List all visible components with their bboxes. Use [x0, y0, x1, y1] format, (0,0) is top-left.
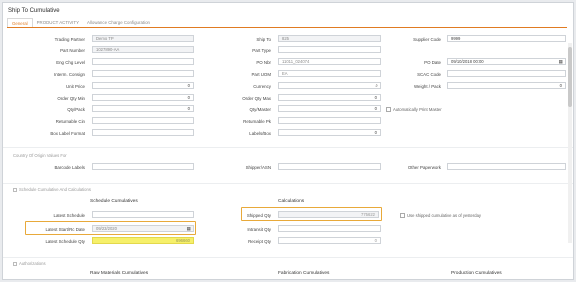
divider: [3, 183, 573, 184]
authorizations-section-title[interactable]: Authorizations: [13, 261, 46, 266]
po-nbr-label: PO Nbr: [256, 60, 271, 65]
eng-chg-level-field[interactable]: [92, 58, 194, 65]
box-label-format-field[interactable]: [92, 129, 194, 136]
trading-partner-label: Trading Partner: [54, 37, 85, 42]
order-qty-min-field[interactable]: 0: [92, 94, 194, 101]
part-uom-field[interactable]: EA: [278, 70, 381, 77]
auto-print-master-checkbox[interactable]: [386, 107, 391, 112]
tab-product-activity[interactable]: PRODUCT ACTIVITY: [33, 18, 83, 27]
po-date-field[interactable]: 09/10/2018 00:00 ▦: [447, 58, 566, 65]
auto-print-master-label: Automatically Print Master: [393, 107, 442, 112]
use-shipped-cumulative-checkbox[interactable]: [400, 213, 405, 218]
returnable-pk-label: Returnable Pk: [243, 119, 271, 124]
authorizations-title-text: Authorizations: [19, 261, 46, 266]
labels-box-label: Labels/Box: [249, 131, 271, 136]
labels-box-field[interactable]: 0: [278, 129, 381, 136]
tab-allowance-charge-configuration[interactable]: Allowance Charge Configuration: [83, 18, 154, 27]
currency-field[interactable]: ⌕: [278, 82, 381, 89]
intransit-qty-label: Intransit Qty: [247, 227, 271, 232]
latest-schedule-qty-label: Latest Schedule Qty: [45, 239, 85, 244]
part-type-field[interactable]: [278, 46, 381, 53]
calendar-icon[interactable]: ▦: [559, 59, 563, 64]
schedule-section-title[interactable]: Schedule Cumulative And Calculations: [13, 187, 91, 192]
barcode-labels-field[interactable]: [92, 163, 194, 170]
box-label-format-label: Box Label Format: [50, 131, 85, 136]
qty-master-field[interactable]: 0: [278, 105, 381, 112]
shipped-qty-label: Shipped Qty: [246, 213, 271, 218]
ship-to-label: Ship To: [256, 37, 271, 42]
authorizations-collapse-icon[interactable]: [13, 262, 17, 266]
latest-start-rc-date-field[interactable]: 09/23/2020 ▦: [92, 225, 194, 232]
receipt-qty-label: Receipt Qty: [248, 239, 271, 244]
schedule-section-collapse-icon[interactable]: [13, 188, 17, 192]
ship-to-field[interactable]: 825: [278, 35, 381, 42]
scrollbar-thumb[interactable]: [568, 47, 572, 107]
interm-consign-label: Interm. Consign: [54, 72, 85, 77]
latest-schedule-qty-field[interactable]: 696660: [92, 237, 194, 244]
vertical-scrollbar[interactable]: [568, 43, 572, 243]
calendar-icon[interactable]: ▦: [187, 226, 191, 231]
trading-partner-field[interactable]: Demo TP: [92, 35, 194, 42]
weight-pack-label: Weight / Pack: [413, 84, 441, 89]
latest-start-rc-date-value: 09/23/2020: [96, 226, 117, 231]
unit-price-field[interactable]: 0: [92, 82, 194, 89]
schedule-section-title-text: Schedule Cumulative And Calculations: [19, 187, 91, 192]
shipped-qty-field[interactable]: 775622: [278, 211, 379, 218]
receipt-qty-field[interactable]: 0: [278, 237, 381, 244]
other-paperwork-field[interactable]: [447, 163, 566, 170]
part-type-label: Part Type: [252, 48, 271, 53]
part-number-label: Part Number: [60, 48, 85, 53]
scac-code-label: SCAC Code: [417, 72, 441, 77]
latest-start-rc-date-label: Latest Start/Rc Date: [45, 227, 85, 232]
po-nbr-field[interactable]: 11011_024074: [278, 58, 381, 65]
shipper-asn-label: Shipper/ASN: [245, 165, 271, 170]
barcode-labels-label: Barcode Labels: [54, 165, 85, 170]
supplier-code-label: Supplier Code: [413, 37, 441, 42]
currency-label: Currency: [253, 84, 271, 89]
tab-general[interactable]: General: [7, 18, 33, 27]
qty-pack-field[interactable]: 0: [92, 105, 194, 112]
window-title: Ship To Cumulative: [8, 8, 60, 14]
calculations-heading: Calculations: [278, 199, 305, 204]
raw-materials-cumulatives-heading: Raw Materials Cumulatives: [90, 271, 149, 276]
schedule-cumulatives-heading: Schedule Cumulatives: [90, 199, 138, 204]
weight-pack-field[interactable]: 0: [447, 82, 566, 89]
order-qty-min-label: Order Qty Min: [57, 96, 85, 101]
returnable-cin-label: Returnable Cin: [55, 119, 85, 124]
divider: [3, 257, 573, 258]
ship-to-cumulative-window: Ship To Cumulative General PRODUCT ACTIV…: [2, 2, 574, 280]
interm-consign-field[interactable]: [92, 70, 194, 77]
eng-chg-level-label: Eng Chg Level: [56, 60, 85, 65]
part-number-field[interactable]: 1027890-AA: [92, 46, 194, 53]
latest-schedule-field[interactable]: [92, 211, 194, 218]
other-paperwork-label: Other Paperwork: [407, 165, 441, 170]
order-qty-max-field[interactable]: 0: [278, 94, 381, 101]
fabrication-cumulatives-heading: Fabrication Cumulatives: [278, 271, 330, 276]
order-qty-max-label: Order Qty Max: [242, 96, 271, 101]
search-icon[interactable]: ⌕: [375, 83, 378, 88]
qty-pack-label: Qty/Pack: [67, 107, 85, 112]
latest-schedule-label: Latest Schedule: [53, 213, 86, 218]
po-date-label: PO Date: [424, 60, 441, 65]
scac-code-field[interactable]: [447, 70, 566, 77]
use-shipped-cumulative-label: Use shipped cumulative as of yesterday: [407, 213, 482, 218]
unit-price-label: Unit Price: [65, 84, 85, 89]
country-of-origin-section-title: Country Of Origin Values For: [13, 153, 67, 158]
intransit-qty-field[interactable]: [278, 225, 381, 232]
supplier-code-field[interactable]: 9999: [447, 35, 566, 42]
production-cumulatives-heading: Production Cumulatives: [451, 271, 502, 276]
qty-master-label: Qty/Master: [249, 107, 271, 112]
divider: [3, 147, 573, 148]
part-uom-label: Part UOM: [251, 72, 271, 77]
returnable-cin-field[interactable]: [92, 117, 194, 124]
returnable-pk-field[interactable]: [278, 117, 381, 124]
po-date-value: 09/10/2018 00:00: [451, 59, 484, 64]
shipper-asn-field[interactable]: [278, 163, 381, 170]
tab-bar: General PRODUCT ACTIVITY Allowance Charg…: [7, 18, 567, 28]
